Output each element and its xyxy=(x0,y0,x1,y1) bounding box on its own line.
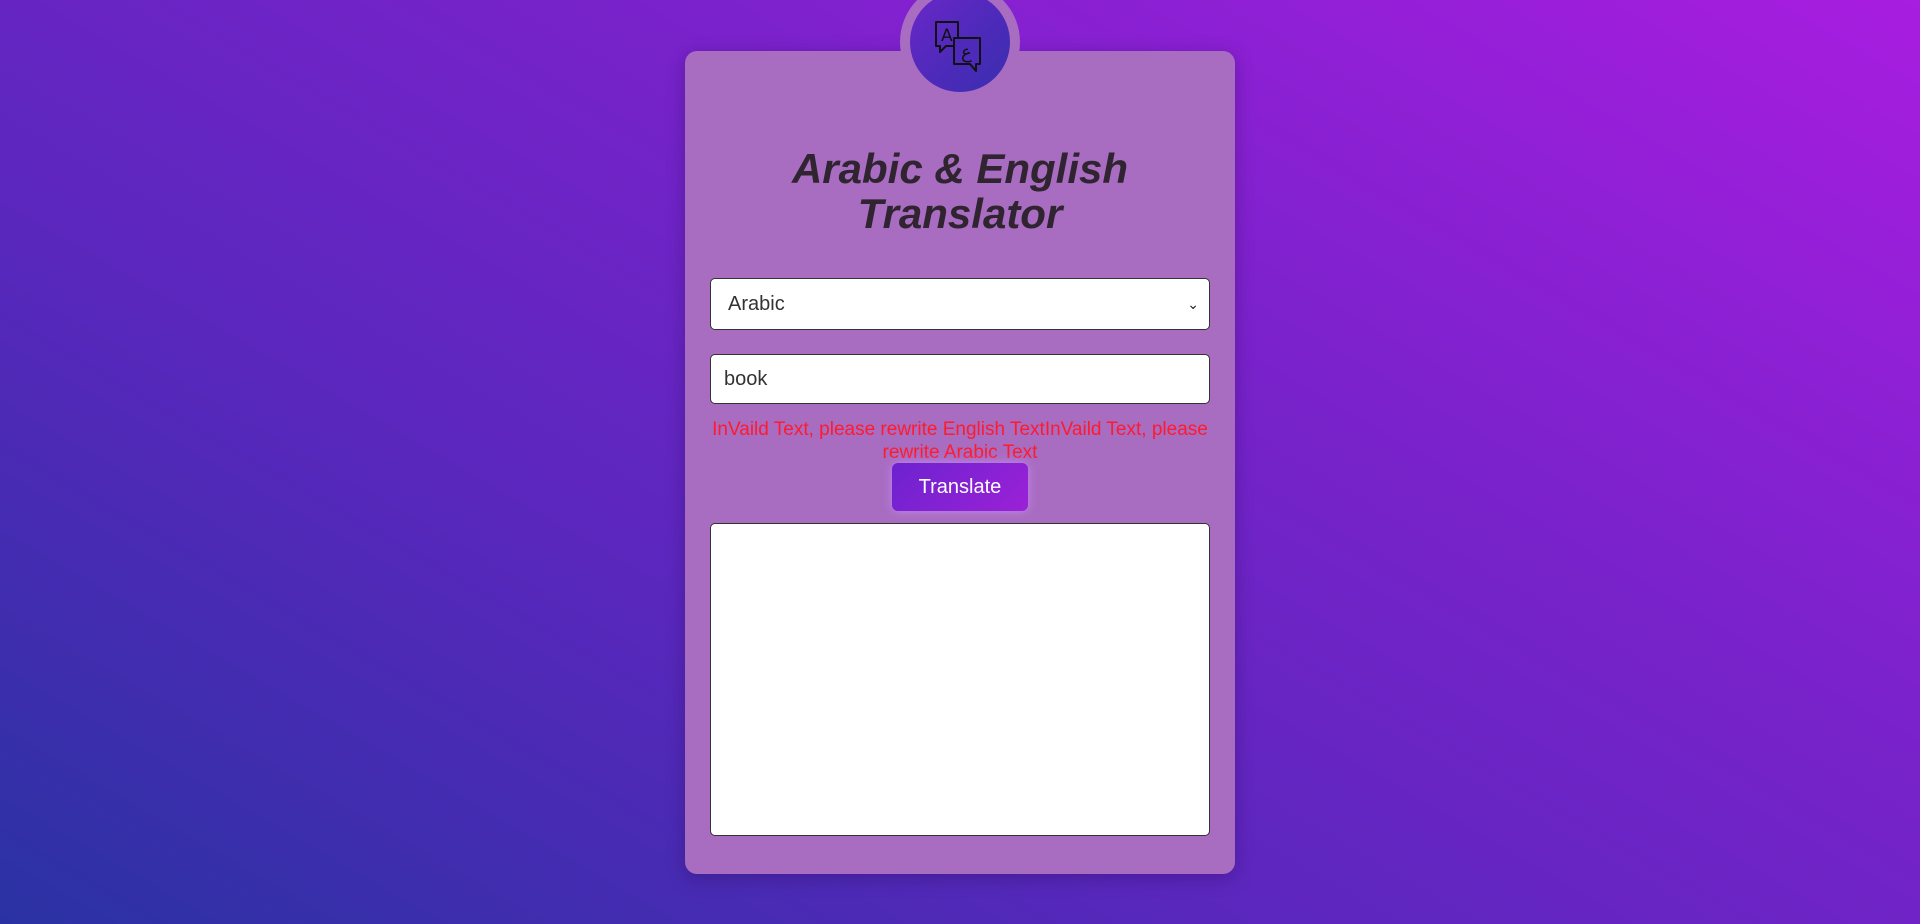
logo-glyph-latin: A xyxy=(941,26,953,46)
translate-button[interactable]: Translate xyxy=(892,463,1028,511)
source-text-input[interactable] xyxy=(710,354,1210,404)
error-message: InVaild Text, please rewrite English Tex… xyxy=(712,419,1208,463)
translation-output[interactable] xyxy=(710,523,1210,836)
language-select-value: Arabic xyxy=(728,292,785,315)
chevron-down-icon: ⌄ xyxy=(1187,295,1199,312)
page-title: Arabic & English Translator xyxy=(791,145,1129,237)
translator-card: Arabic & English Translator Arabic ⌄ InV… xyxy=(685,51,1235,874)
logo: A ع xyxy=(910,0,1010,92)
translate-icon: A ع xyxy=(935,21,981,72)
logo-glyph-arabic: ع xyxy=(961,42,972,63)
language-select[interactable]: Arabic ⌄ xyxy=(710,278,1210,330)
